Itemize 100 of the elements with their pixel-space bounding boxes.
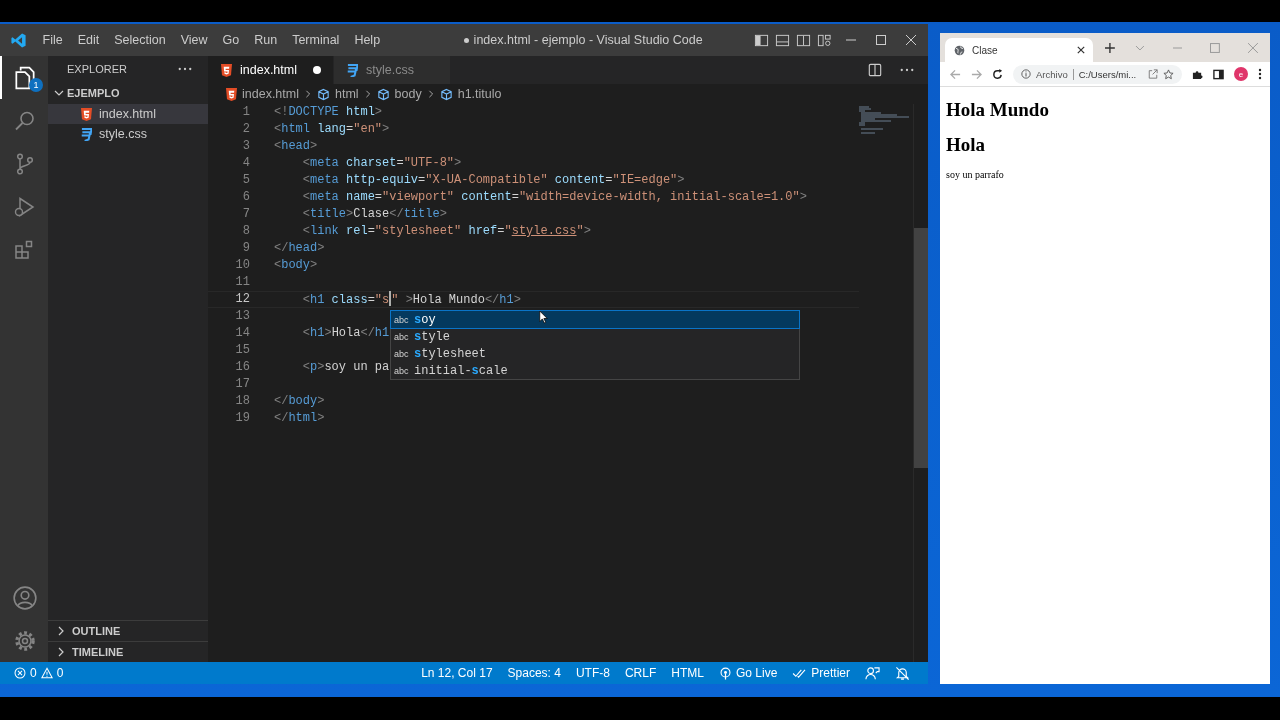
line-number: 5 <box>241 172 250 189</box>
html-file-icon <box>226 87 237 101</box>
menu-item[interactable]: Run <box>246 33 285 47</box>
info-icon <box>1021 69 1031 79</box>
suggestion-item[interactable]: abc soy <box>391 311 799 328</box>
bell-off-icon[interactable] <box>895 665 910 681</box>
menu-item[interactable]: Help <box>346 33 388 47</box>
line-number: 4 <box>241 155 250 172</box>
line-number: 12 <box>234 291 250 308</box>
code-line: <p>soy un pa <box>301 359 390 376</box>
more-icon[interactable] <box>178 67 192 71</box>
code-line: </head> <box>274 240 325 257</box>
back-icon[interactable] <box>950 68 961 80</box>
scrollbar-thumb[interactable] <box>914 228 928 468</box>
new-tab-icon[interactable] <box>1104 42 1115 53</box>
menu-item[interactable]: Go <box>215 33 247 47</box>
breadcrumb[interactable]: index.html <box>242 87 299 101</box>
sidebar-layout-icon[interactable] <box>754 32 769 48</box>
word-type-icon: abc <box>394 365 410 376</box>
customize-layout-icon[interactable] <box>817 32 832 48</box>
code-line: <meta name="viewport" content="width=device-width, initial-scale=1.0"> <box>301 189 807 206</box>
tab-label: index.html <box>240 63 297 77</box>
line-number: 7 <box>241 206 250 223</box>
suggestion-item[interactable]: abc initial-scale <box>391 362 799 379</box>
chevron-icon <box>426 90 435 98</box>
code-line: <html lang="en"> <box>274 121 390 138</box>
breadcrumb[interactable]: html <box>335 87 359 101</box>
line-number: 9 <box>241 240 250 257</box>
app-logo-icon <box>10 31 27 49</box>
profile-avatar[interactable]: e <box>1234 67 1248 81</box>
tab-title: Clase <box>972 44 999 56</box>
line-number: 13 <box>234 308 250 325</box>
split-editor-icon[interactable] <box>868 63 882 77</box>
warning-icon <box>40 667 53 679</box>
line-number: 1 <box>241 104 250 121</box>
status-item[interactable]: Ln 12, Col 17 <box>421 666 493 680</box>
close-icon[interactable] <box>1076 46 1085 54</box>
feedback-icon[interactable] <box>865 665 880 681</box>
menu-item[interactable]: Edit <box>70 33 107 47</box>
maximize-icon[interactable] <box>876 35 886 45</box>
status-item[interactable]: CRLF <box>624 666 657 680</box>
breadcrumb[interactable]: h1.titulo <box>457 87 502 101</box>
line-number: 11 <box>234 274 250 291</box>
breadcrumb[interactable]: body <box>394 87 422 101</box>
status-item[interactable]: Prettier <box>792 666 850 680</box>
share-icon[interactable] <box>1148 69 1158 79</box>
chevron-icon <box>363 90 372 98</box>
status-item[interactable]: Spaces: 4 <box>507 666 561 680</box>
chevron-icon <box>304 90 312 98</box>
code-line: <title>Clase</title> <box>301 206 447 223</box>
side-panel-icon[interactable] <box>1213 68 1224 80</box>
split-layout-icon[interactable] <box>796 32 811 48</box>
menu-item[interactable]: Selection <box>106 33 174 47</box>
suggestion-label: stylesheet <box>414 346 486 361</box>
code-line: <meta http-equiv="X-UA-Compatible" content="IE=edge"> <box>301 172 685 189</box>
reload-icon[interactable] <box>992 68 1003 80</box>
editor-tab[interactable]: style.css <box>334 56 451 84</box>
panel-layout-icon[interactable] <box>775 32 790 48</box>
puzzle-icon[interactable] <box>1192 68 1203 80</box>
status-item[interactable]: HTML <box>671 666 704 680</box>
code-line: <head> <box>274 138 318 155</box>
status-item[interactable]: Go Live <box>718 666 778 680</box>
menu-item[interactable]: Terminal <box>284 33 347 47</box>
suggestion-item[interactable]: abc style <box>391 328 799 345</box>
editor-tab[interactable]: index.html <box>208 56 334 84</box>
forward-icon[interactable] <box>971 68 982 80</box>
code-line: <link rel="stylesheet" href="style.css"> <box>301 223 591 240</box>
file-name: style.css <box>99 127 147 141</box>
star-icon[interactable] <box>1163 68 1174 80</box>
menu-item[interactable]: File <box>35 33 71 47</box>
word-type-icon: abc <box>394 348 410 359</box>
code-line: <h1 class="s " >Hola Mundo</h1> <box>301 291 521 308</box>
more-icon[interactable] <box>900 68 914 72</box>
line-number: 17 <box>234 376 250 393</box>
tree-item[interactable]: index.html <box>48 104 208 124</box>
broadcast-icon <box>718 666 732 680</box>
line-number: 10 <box>234 257 250 274</box>
globe-icon <box>954 44 965 56</box>
warning-count: 0 <box>56 666 64 680</box>
window-title: index.html - ejemplo - Visual Studio Code <box>473 33 703 47</box>
minimap <box>859 106 909 136</box>
section-header[interactable]: OUTLINE <box>48 620 208 641</box>
address-bar[interactable]: Archivo C:/Users/mi... <box>1013 64 1182 84</box>
status-item[interactable]: UTF-8 <box>575 666 610 680</box>
tree-item[interactable]: style.css <box>48 124 208 144</box>
folder-header[interactable]: EJEMPLO <box>48 82 208 104</box>
tab-label: style.css <box>366 63 414 77</box>
line-number: 3 <box>241 138 250 155</box>
code-line: <h1>Hola</h1 <box>301 325 390 342</box>
file-name: index.html <box>99 107 156 121</box>
menu-item[interactable]: View <box>173 33 215 47</box>
word-type-icon: abc <box>394 331 410 342</box>
cube-icon <box>439 87 453 101</box>
suggestion-item[interactable]: abc stylesheet <box>391 345 799 362</box>
panel-title: EXPLORER <box>67 63 127 75</box>
errors-indicator[interactable]: 0 0 <box>14 666 64 680</box>
double-check-icon <box>792 667 808 679</box>
browser-tab[interactable]: Clase <box>945 38 1093 62</box>
menu-icon[interactable] <box>1258 68 1262 80</box>
code-line: <body> <box>274 257 318 274</box>
